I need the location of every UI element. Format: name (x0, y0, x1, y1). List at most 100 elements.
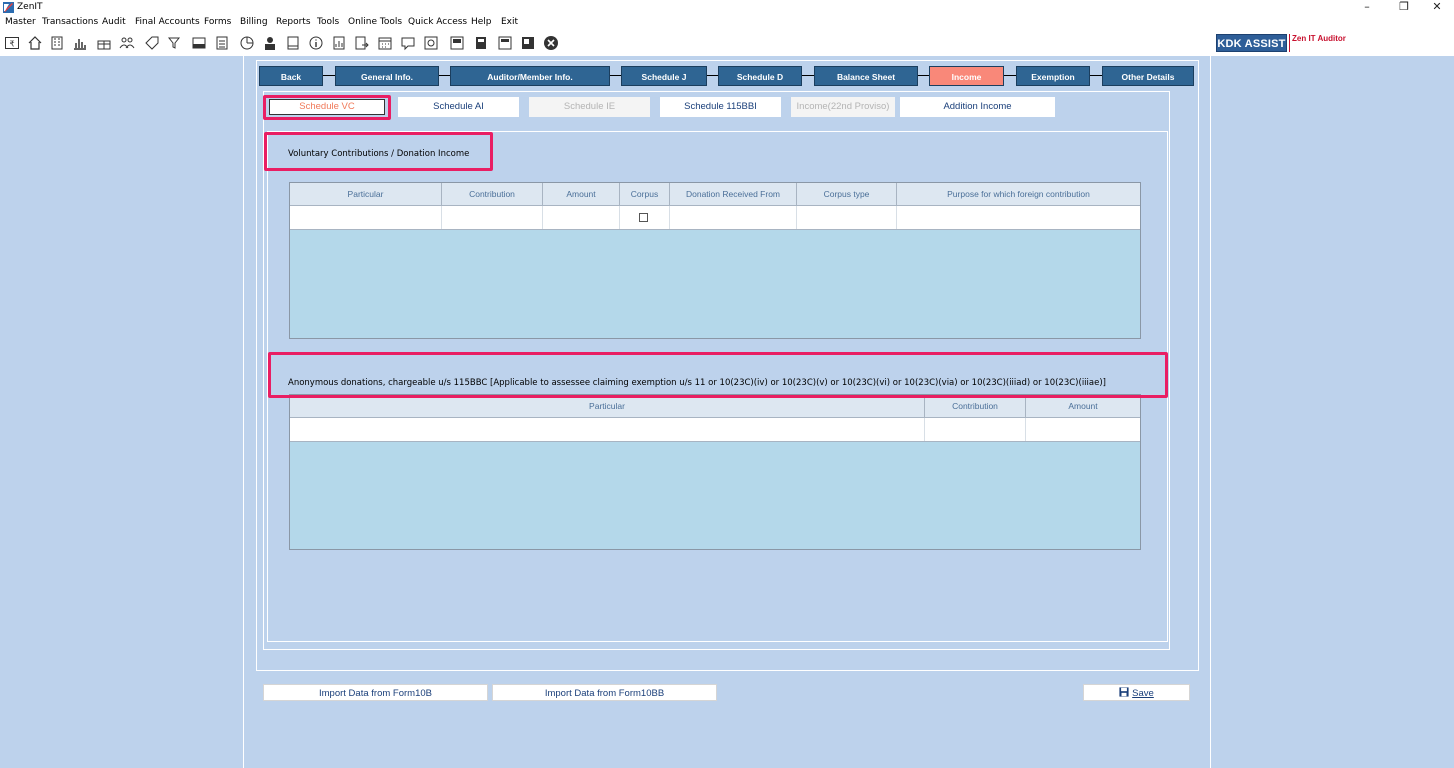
tab-back[interactable]: Back (259, 66, 323, 86)
cell-particular[interactable] (290, 418, 925, 441)
subtab-schedule-vc[interactable]: Schedule VC (269, 99, 385, 115)
subtab-schedule-ai[interactable]: Schedule AI (398, 97, 519, 117)
col-corpus-type: Corpus type (797, 183, 897, 205)
gift-icon[interactable] (95, 34, 112, 51)
save-label: Save (1132, 688, 1154, 699)
cell-donation-received-from[interactable] (670, 206, 797, 229)
menu-exit[interactable]: Exit (501, 17, 518, 27)
report-icon[interactable] (330, 34, 347, 51)
cell-amount[interactable] (1026, 418, 1140, 441)
tab-balance-sheet[interactable]: Balance Sheet (814, 66, 918, 86)
menu-quick-access[interactable]: Quick Access (408, 17, 467, 27)
cell-contribution[interactable] (925, 418, 1026, 441)
cell-contribution[interactable] (442, 206, 543, 229)
col-amount: Amount (1068, 401, 1098, 411)
tab-connector (1090, 75, 1102, 76)
grid-header: Particular Contribution Amount (290, 395, 1140, 418)
message-icon[interactable] (399, 34, 416, 51)
col-contribution: Contribution (925, 395, 1026, 417)
bar-chart-icon[interactable] (71, 34, 88, 51)
sheet-icon[interactable] (519, 34, 536, 51)
tab-income[interactable]: Income (929, 66, 1004, 86)
svg-text:₹: ₹ (9, 39, 14, 48)
cell-corpus-type[interactable] (797, 206, 897, 229)
product-label: Zen IT Auditor (1289, 34, 1351, 52)
subtab-schedule-115bbi[interactable]: Schedule 115BBI (660, 97, 781, 117)
voluntary-contributions-grid: Particular Contribution Amount Corpus Do… (289, 182, 1141, 339)
table-row (290, 418, 1140, 442)
close-window-button[interactable]: ✕ (1422, 0, 1452, 15)
tab-connector (918, 75, 929, 76)
tab-exemption[interactable]: Exemption (1016, 66, 1090, 86)
document-icon[interactable] (284, 34, 301, 51)
title-bar: ZenIT – ❐ ✕ (0, 0, 1454, 15)
tab-connector (1004, 75, 1016, 76)
cell-particular[interactable] (290, 206, 442, 229)
app-logo-icon (3, 2, 14, 13)
restore-button[interactable]: ❐ (1389, 0, 1419, 15)
calculator-icon[interactable] (213, 34, 230, 51)
calendar-icon[interactable] (376, 34, 393, 51)
table-row (290, 206, 1140, 230)
user-badge-icon[interactable] (261, 34, 278, 51)
form-icon[interactable] (496, 34, 513, 51)
col-purpose-foreign-contribution: Purpose for which foreign contribution (947, 189, 1090, 199)
col-amount: Amount (543, 183, 620, 205)
menu-billing[interactable]: Billing (240, 17, 268, 27)
tab-general-info[interactable]: General Info. (335, 66, 439, 86)
kdk-assist-button[interactable]: KDK ASSIST (1216, 34, 1287, 52)
tab-other-details[interactable]: Other Details (1102, 66, 1194, 86)
minimize-button[interactable]: – (1352, 0, 1382, 15)
export-icon[interactable] (353, 34, 370, 51)
corpus-checkbox[interactable] (639, 213, 648, 222)
building-icon[interactable] (48, 34, 65, 51)
menu-online-tools[interactable]: Online Tools (348, 17, 402, 27)
bb-icon[interactable] (448, 34, 465, 51)
menu-reports[interactable]: Reports (276, 17, 311, 27)
grid-header: Particular Contribution Amount Corpus Do… (290, 183, 1140, 206)
col-corpus: Corpus (620, 183, 670, 205)
menu-final-accounts[interactable]: Final Accounts (135, 17, 200, 27)
refresh-icon[interactable] (422, 34, 439, 51)
tab-connector (802, 75, 814, 76)
close-circle-icon[interactable] (542, 34, 559, 51)
menu-bar: Master Transactions Audit Final Accounts… (0, 15, 1454, 30)
book-icon[interactable] (472, 34, 489, 51)
save-disk-icon (1119, 687, 1129, 697)
home-icon[interactable] (26, 34, 43, 51)
save-button[interactable]: Save (1083, 684, 1190, 701)
tab-connector (439, 75, 450, 76)
menu-transactions[interactable]: Transactions (42, 17, 98, 27)
subtab-income-22nd-proviso: Income(22nd Proviso) (791, 97, 895, 117)
menu-master[interactable]: Master (5, 17, 36, 27)
anonymous-donations-grid: Particular Contribution Amount (289, 394, 1141, 550)
people-icon[interactable] (118, 34, 135, 51)
tab-connector (323, 75, 335, 76)
col-particular: Particular (290, 183, 442, 205)
col-donation-received-from: Donation Received From (670, 183, 797, 205)
menu-forms[interactable]: Forms (204, 17, 231, 27)
menu-help[interactable]: Help (471, 17, 492, 27)
menu-audit[interactable]: Audit (102, 17, 126, 27)
tab-schedule-j[interactable]: Schedule J (621, 66, 707, 86)
section-anonymous-donations-title: Anonymous donations, chargeable u/s 115B… (288, 378, 1106, 388)
pie-chart-icon[interactable] (238, 34, 255, 51)
filter-icon[interactable] (166, 34, 183, 51)
cell-purpose[interactable] (897, 206, 1140, 229)
col-particular: Particular (290, 395, 925, 417)
cell-corpus (620, 206, 670, 229)
import-form10b-button[interactable]: Import Data from Form10B (263, 684, 488, 701)
cell-amount[interactable] (543, 206, 620, 229)
tab-auditor-member-info[interactable]: Auditor/Member Info. (450, 66, 610, 86)
rupee-icon[interactable]: ₹ (3, 34, 20, 51)
tab-schedule-d[interactable]: Schedule D (718, 66, 802, 86)
import-form10bb-button[interactable]: Import Data from Form10BB (492, 684, 717, 701)
tax-icon[interactable] (190, 34, 207, 51)
info-icon[interactable] (307, 34, 324, 51)
menu-tools[interactable]: Tools (317, 17, 339, 27)
subtab-addition-income[interactable]: Addition Income (900, 97, 1055, 117)
tag-icon[interactable] (143, 34, 160, 51)
section-voluntary-contributions-title: Voluntary Contributions / Donation Incom… (288, 149, 470, 159)
subtab-schedule-ie: Schedule IE (529, 97, 650, 117)
window-title: ZenIT (17, 2, 43, 12)
